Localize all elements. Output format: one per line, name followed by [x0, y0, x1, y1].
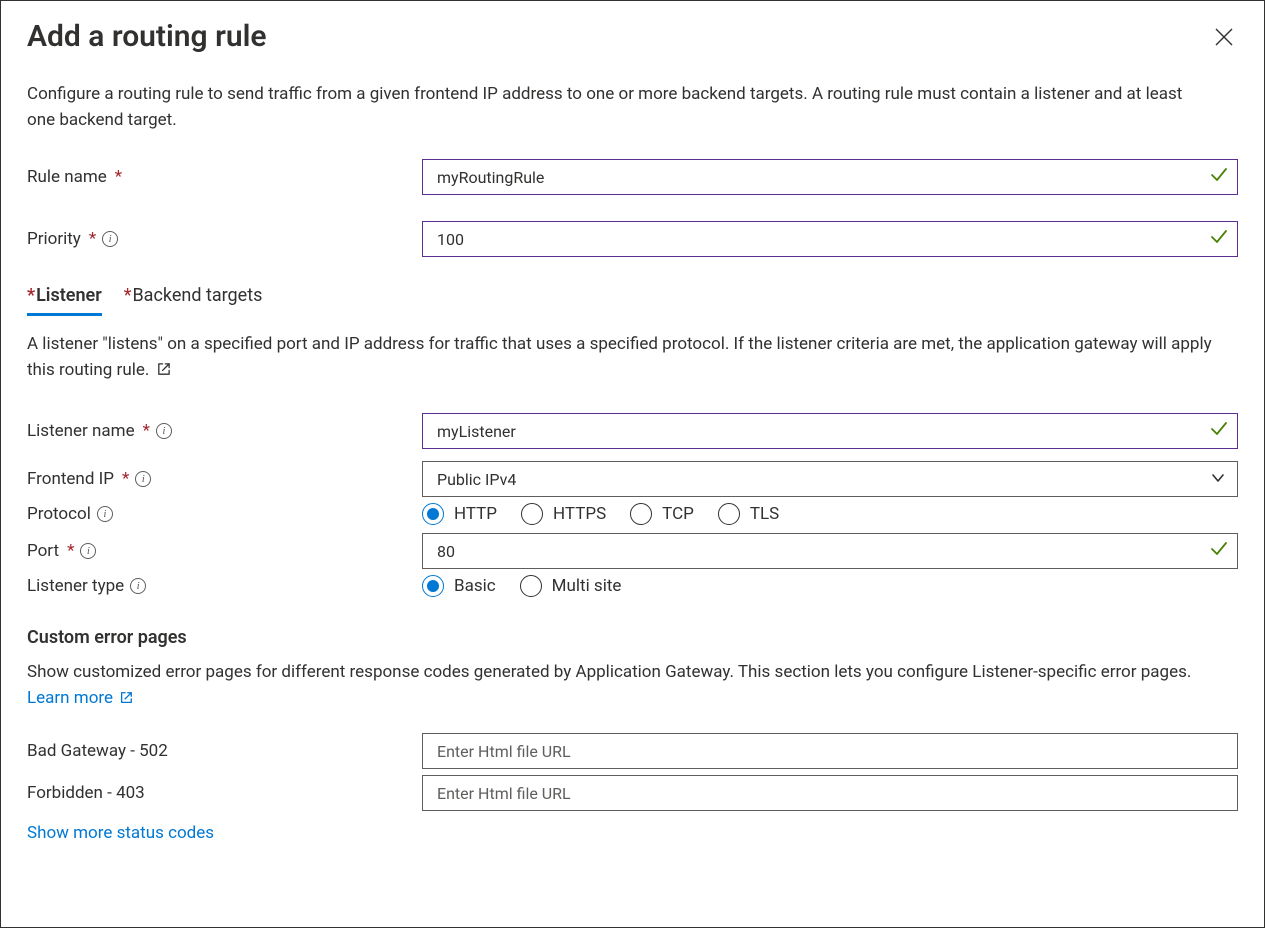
- bad-gateway-label: Bad Gateway - 502: [27, 741, 422, 761]
- radio-icon: [630, 503, 652, 525]
- external-link-icon: [119, 691, 133, 705]
- routing-rule-panel: Add a routing rule Configure a routing r…: [0, 0, 1265, 928]
- listener-name-input[interactable]: [422, 413, 1238, 449]
- radio-icon: [520, 575, 542, 597]
- frontend-ip-label: Frontend IP * i: [27, 469, 422, 489]
- bad-gateway-input[interactable]: [422, 733, 1238, 769]
- tab-listener-label: Listener: [36, 285, 102, 306]
- required-asterisk: *: [115, 167, 122, 187]
- frontend-ip-label-text: Frontend IP: [27, 469, 114, 489]
- rule-name-input[interactable]: [422, 159, 1238, 195]
- port-row: Port * i: [27, 533, 1238, 569]
- required-asterisk: *: [143, 421, 150, 441]
- protocol-tcp-label: TCP: [662, 504, 694, 524]
- protocol-tcp-radio[interactable]: TCP: [630, 503, 694, 525]
- bad-gateway-row: Bad Gateway - 502: [27, 733, 1238, 769]
- info-icon[interactable]: i: [156, 423, 172, 439]
- rule-name-row: Rule name *: [27, 159, 1238, 195]
- learn-more-link[interactable]: Learn more: [27, 688, 133, 708]
- protocol-label-text: Protocol: [27, 504, 91, 524]
- external-link-icon[interactable]: [156, 362, 171, 377]
- protocol-row: Protocol i HTTP HTTPS TCP TLS: [27, 503, 1238, 525]
- info-icon[interactable]: i: [97, 506, 113, 522]
- protocol-radio-group: HTTP HTTPS TCP TLS: [422, 503, 1238, 525]
- panel-description: Configure a routing rule to send traffic…: [27, 82, 1207, 133]
- listener-type-multi-radio[interactable]: Multi site: [520, 575, 622, 597]
- port-input[interactable]: [422, 533, 1238, 569]
- listener-name-label-text: Listener name: [27, 421, 135, 441]
- show-more-status-codes-link[interactable]: Show more status codes: [27, 823, 214, 843]
- listener-type-basic-radio[interactable]: Basic: [422, 575, 496, 597]
- custom-error-heading: Custom error pages: [27, 627, 1238, 648]
- rule-name-label: Rule name *: [27, 167, 422, 187]
- priority-label-text: Priority: [27, 229, 81, 249]
- close-button[interactable]: [1210, 23, 1238, 51]
- info-icon[interactable]: i: [135, 471, 151, 487]
- info-icon[interactable]: i: [130, 578, 146, 594]
- required-asterisk: *: [124, 285, 132, 306]
- protocol-label: Protocol i: [27, 504, 422, 524]
- priority-input[interactable]: [422, 221, 1238, 257]
- protocol-tls-radio[interactable]: TLS: [718, 503, 779, 525]
- rule-name-label-text: Rule name: [27, 167, 107, 187]
- tab-backend-targets[interactable]: *Backend targets: [124, 279, 263, 314]
- protocol-https-radio[interactable]: HTTPS: [521, 503, 606, 525]
- learn-more-text: Learn more: [27, 688, 113, 708]
- required-asterisk: *: [122, 469, 129, 489]
- page-title: Add a routing rule: [27, 19, 267, 54]
- info-icon[interactable]: i: [80, 543, 96, 559]
- tab-backend-label: Backend targets: [132, 285, 262, 306]
- listener-type-radio-group: Basic Multi site: [422, 575, 1238, 597]
- listener-type-basic-label: Basic: [454, 576, 496, 596]
- listener-type-label: Listener type i: [27, 576, 422, 596]
- custom-error-description: Show customized error pages for differen…: [27, 660, 1217, 711]
- required-asterisk: *: [67, 541, 74, 561]
- listener-description: A listener "listens" on a specified port…: [27, 332, 1217, 383]
- listener-type-row: Listener type i Basic Multi site: [27, 575, 1238, 597]
- priority-row: Priority * i: [27, 221, 1238, 257]
- info-icon[interactable]: i: [102, 231, 118, 247]
- required-asterisk: *: [89, 229, 96, 249]
- custom-error-description-text: Show customized error pages for differen…: [27, 662, 1191, 682]
- protocol-https-label: HTTPS: [553, 504, 606, 524]
- forbidden-row: Forbidden - 403: [27, 775, 1238, 811]
- listener-type-multi-label: Multi site: [552, 576, 622, 596]
- radio-icon: [422, 575, 444, 597]
- port-label: Port * i: [27, 541, 422, 561]
- protocol-tls-label: TLS: [750, 504, 779, 524]
- bad-gateway-label-text: Bad Gateway - 502: [27, 741, 168, 761]
- close-icon: [1215, 28, 1233, 46]
- listener-name-row: Listener name * i: [27, 413, 1238, 449]
- listener-name-label: Listener name * i: [27, 421, 422, 441]
- radio-icon: [718, 503, 740, 525]
- protocol-http-radio[interactable]: HTTP: [422, 503, 497, 525]
- required-asterisk: *: [27, 285, 35, 306]
- tab-row: *Listener *Backend targets: [27, 279, 1238, 314]
- frontend-ip-select[interactable]: Public IPv4: [422, 461, 1238, 497]
- radio-icon: [521, 503, 543, 525]
- chevron-down-icon: [1211, 470, 1225, 489]
- forbidden-label: Forbidden - 403: [27, 783, 422, 803]
- port-label-text: Port: [27, 541, 59, 561]
- priority-label: Priority * i: [27, 229, 422, 249]
- tab-listener[interactable]: *Listener: [27, 279, 102, 314]
- listener-description-text: A listener "listens" on a specified port…: [27, 334, 1212, 380]
- protocol-http-label: HTTP: [454, 504, 497, 524]
- radio-icon: [422, 503, 444, 525]
- forbidden-input[interactable]: [422, 775, 1238, 811]
- frontend-ip-value: Public IPv4: [437, 470, 516, 489]
- frontend-ip-row: Frontend IP * i Public IPv4: [27, 461, 1238, 497]
- panel-header: Add a routing rule: [27, 19, 1238, 82]
- forbidden-label-text: Forbidden - 403: [27, 783, 145, 803]
- listener-type-label-text: Listener type: [27, 576, 124, 596]
